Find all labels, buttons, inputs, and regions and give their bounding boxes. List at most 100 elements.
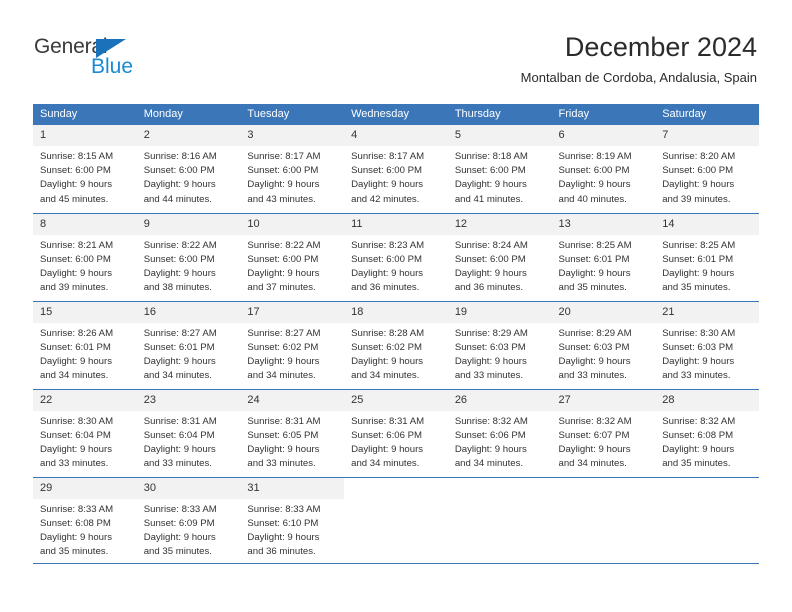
calendar-day-cell[interactable]: 9 Sunrise: 8:22 AM Sunset: 6:00 PM Daylight…: [136, 212, 241, 301]
calendar-day-cell[interactable]: 21 Sunrise: 8:30 AM Sunset: 6:03 PM Dayligh…: [655, 300, 759, 389]
day-details: Sunrise: 8:25 AM Sunset: 6:01 PM Daylight:…: [655, 235, 759, 296]
sunrise-text: Sunrise: 8:33 AM: [40, 503, 114, 515]
sunset-text: Sunset: 6:10 PM: [247, 517, 319, 529]
calendar-day-cell[interactable]: 3 Sunrise: 8:17 AM Sunset: 6:00 PM Daylight…: [240, 125, 345, 213]
weekday-header-thursday: Thursday: [447, 104, 552, 125]
generalblue-logo: General Blue: [34, 36, 234, 88]
calendar-table: Sunday Monday Tuesday Wednesday Thursday…: [33, 104, 759, 565]
sunset-text: Sunset: 6:00 PM: [143, 165, 215, 177]
sunset-text: Sunset: 6:00 PM: [454, 253, 526, 265]
daylight-text-line1: Daylight: 9 hours: [40, 355, 112, 367]
daylight-text-line1: Daylight: 9 hours: [40, 443, 112, 455]
calendar-day-cell[interactable]: 20 Sunrise: 8:29 AM Sunset: 6:03 PM Dayligh…: [551, 300, 656, 389]
calendar-day-cell[interactable]: 6 Sunrise: 8:19 AM Sunset: 6:00 PM Daylight…: [551, 125, 656, 213]
daylight-text-line2: and 33 minutes.: [40, 458, 109, 470]
day-number: 12: [447, 213, 552, 235]
daylight-text-line1: Daylight: 9 hours: [143, 355, 216, 367]
calendar-day-cell[interactable]: 2 Sunrise: 8:16 AM Sunset: 6:00 PM Daylight…: [136, 125, 241, 213]
daylight-text-line1: Daylight: 9 hours: [558, 267, 631, 279]
day-number: 4: [344, 125, 448, 146]
calendar-day-cell[interactable]: 8 Sunrise: 8:21 AM Sunset: 6:00 PM Daylight…: [33, 212, 137, 301]
calendar-day-cell[interactable]: 31 Sunrise: 8:33 AM Sunset: 6:10 PM Dayligh…: [240, 476, 345, 565]
daylight-text-line1: Daylight: 9 hours: [351, 179, 424, 191]
calendar-day-cell[interactable]: 25 Sunrise: 8:31 AM Sunset: 6:06 PM Dayligh…: [344, 388, 448, 477]
day-details: Sunrise: 8:30 AM Sunset: 6:04 PM Daylight:…: [33, 411, 137, 472]
calendar-day-cell[interactable]: 7 Sunrise: 8:20 AM Sunset: 6:00 PM Daylight…: [655, 125, 759, 213]
daylight-text-line1: Daylight: 9 hours: [247, 179, 320, 191]
sunset-text: Sunset: 6:04 PM: [40, 429, 111, 441]
calendar-day-cell[interactable]: 19 Sunrise: 8:29 AM Sunset: 6:03 PM Dayligh…: [447, 300, 552, 389]
calendar-day-cell[interactable]: 22 Sunrise: 8:30 AM Sunset: 6:04 PM Dayligh…: [33, 388, 137, 477]
calendar-day-cell[interactable]: 4 Sunrise: 8:17 AM Sunset: 6:00 PM Daylight…: [344, 125, 448, 213]
sunset-text: Sunset: 6:00 PM: [662, 165, 734, 177]
calendar-week-row: 8 Sunrise: 8:21 AM Sunset: 6:00 PM Daylight…: [33, 212, 759, 301]
weekday-header-wednesday: Wednesday: [344, 104, 448, 125]
calendar-day-cell[interactable]: 23 Sunrise: 8:31 AM Sunset: 6:04 PM Dayligh…: [136, 388, 241, 477]
sunset-text: Sunset: 6:07 PM: [558, 429, 630, 441]
day-number: 21: [655, 301, 759, 323]
daylight-text-line1: Daylight: 9 hours: [454, 355, 527, 367]
sunset-text: Sunset: 6:08 PM: [662, 429, 734, 441]
calendar-day-cell[interactable]: 12 Sunrise: 8:24 AM Sunset: 6:00 PM Dayligh…: [447, 212, 552, 301]
day-details: [448, 499, 552, 503]
calendar-day-cell[interactable]: 13 Sunrise: 8:25 AM Sunset: 6:01 PM Dayligh…: [551, 212, 656, 301]
day-number: 17: [240, 301, 345, 323]
sunrise-text: Sunrise: 8:25 AM: [662, 239, 736, 251]
calendar-day-cell[interactable]: 16 Sunrise: 8:27 AM Sunset: 6:01 PM Dayligh…: [136, 300, 241, 389]
daylight-text-line1: Daylight: 9 hours: [247, 267, 320, 279]
calendar-page: General Blue December 2024 Montalban de …: [0, 0, 792, 612]
day-number: 29: [33, 477, 137, 499]
day-details: Sunrise: 8:28 AM Sunset: 6:02 PM Daylight:…: [344, 323, 448, 384]
daylight-text-line2: and 36 minutes.: [247, 546, 316, 558]
calendar-day-cell[interactable]: 1 Sunrise: 8:15 AM Sunset: 6:00 PM Daylight…: [33, 125, 137, 213]
day-details: Sunrise: 8:16 AM Sunset: 6:00 PM Daylight:…: [137, 146, 241, 207]
daylight-text-line2: and 43 minutes.: [247, 193, 316, 205]
day-details: Sunrise: 8:20 AM Sunset: 6:00 PM Daylight:…: [655, 146, 759, 207]
calendar-day-cell[interactable]: 26 Sunrise: 8:32 AM Sunset: 6:06 PM Dayligh…: [447, 388, 552, 477]
daylight-text-line2: and 35 minutes.: [662, 282, 731, 294]
calendar-day-cell[interactable]: 17 Sunrise: 8:27 AM Sunset: 6:02 PM Dayligh…: [240, 300, 345, 389]
calendar-day-cell[interactable]: 27 Sunrise: 8:32 AM Sunset: 6:07 PM Dayligh…: [551, 388, 656, 477]
day-number: 24: [240, 389, 345, 411]
daylight-text-line2: and 33 minutes.: [454, 370, 524, 382]
calendar-day-cell[interactable]: 28 Sunrise: 8:32 AM Sunset: 6:08 PM Dayligh…: [655, 388, 759, 477]
daylight-text-line1: Daylight: 9 hours: [662, 267, 735, 279]
day-details: Sunrise: 8:33 AM Sunset: 6:10 PM Daylight:…: [240, 499, 344, 560]
sunrise-text: Sunrise: 8:32 AM: [662, 415, 736, 427]
daylight-text-line1: Daylight: 9 hours: [351, 355, 424, 367]
calendar-week-row: 22 Sunrise: 8:30 AM Sunset: 6:04 PM Dayligh…: [33, 388, 759, 477]
day-number: 6: [551, 125, 656, 146]
weekday-header-row: Sunday Monday Tuesday Wednesday Thursday…: [33, 104, 759, 125]
sunset-text: Sunset: 6:01 PM: [558, 253, 630, 265]
calendar-day-cell[interactable]: 29 Sunrise: 8:33 AM Sunset: 6:08 PM Dayligh…: [33, 476, 137, 565]
daylight-text-line2: and 38 minutes.: [143, 282, 212, 294]
calendar-day-cell[interactable]: 15 Sunrise: 8:26 AM Sunset: 6:01 PM Dayligh…: [33, 300, 137, 389]
daylight-text-line2: and 33 minutes.: [247, 458, 316, 470]
daylight-text-line2: and 34 minutes.: [40, 370, 109, 382]
daylight-text-line2: and 34 minutes.: [351, 370, 420, 382]
calendar-day-cell[interactable]: 11 Sunrise: 8:23 AM Sunset: 6:00 PM Dayligh…: [344, 212, 448, 301]
daylight-text-line1: Daylight: 9 hours: [143, 179, 216, 191]
calendar-day-cell[interactable]: 30 Sunrise: 8:33 AM Sunset: 6:09 PM Dayligh…: [136, 476, 241, 565]
daylight-text-line2: and 42 minutes.: [351, 193, 420, 205]
daylight-text-line1: Daylight: 9 hours: [454, 179, 527, 191]
sunset-text: Sunset: 6:00 PM: [247, 253, 319, 265]
day-details: Sunrise: 8:26 AM Sunset: 6:01 PM Daylight:…: [33, 323, 137, 384]
day-number: 11: [344, 213, 448, 235]
sunset-text: Sunset: 6:08 PM: [40, 517, 111, 529]
weekday-header-saturday: Saturday: [655, 104, 759, 125]
calendar-day-cell[interactable]: 18 Sunrise: 8:28 AM Sunset: 6:02 PM Dayligh…: [344, 300, 448, 389]
weekday-header-sunday: Sunday: [33, 104, 137, 125]
sunrise-text: Sunrise: 8:31 AM: [351, 415, 425, 427]
calendar-day-cell[interactable]: 5 Sunrise: 8:18 AM Sunset: 6:00 PM Daylight…: [447, 125, 552, 213]
day-details: Sunrise: 8:29 AM Sunset: 6:03 PM Daylight:…: [552, 323, 656, 384]
daylight-text-line1: Daylight: 9 hours: [558, 179, 631, 191]
calendar-day-cell[interactable]: 14 Sunrise: 8:25 AM Sunset: 6:01 PM Dayligh…: [655, 212, 759, 301]
daylight-text-line1: Daylight: 9 hours: [454, 443, 527, 455]
calendar-day-cell[interactable]: 10 Sunrise: 8:22 AM Sunset: 6:00 PM Dayligh…: [240, 212, 345, 301]
sunset-text: Sunset: 6:04 PM: [143, 429, 215, 441]
calendar-day-cell[interactable]: 24 Sunrise: 8:31 AM Sunset: 6:05 PM Dayligh…: [240, 388, 345, 477]
sunrise-text: Sunrise: 8:31 AM: [143, 415, 217, 427]
day-details: Sunrise: 8:32 AM Sunset: 6:06 PM Daylight:…: [448, 411, 552, 472]
day-number: 7: [655, 125, 759, 146]
